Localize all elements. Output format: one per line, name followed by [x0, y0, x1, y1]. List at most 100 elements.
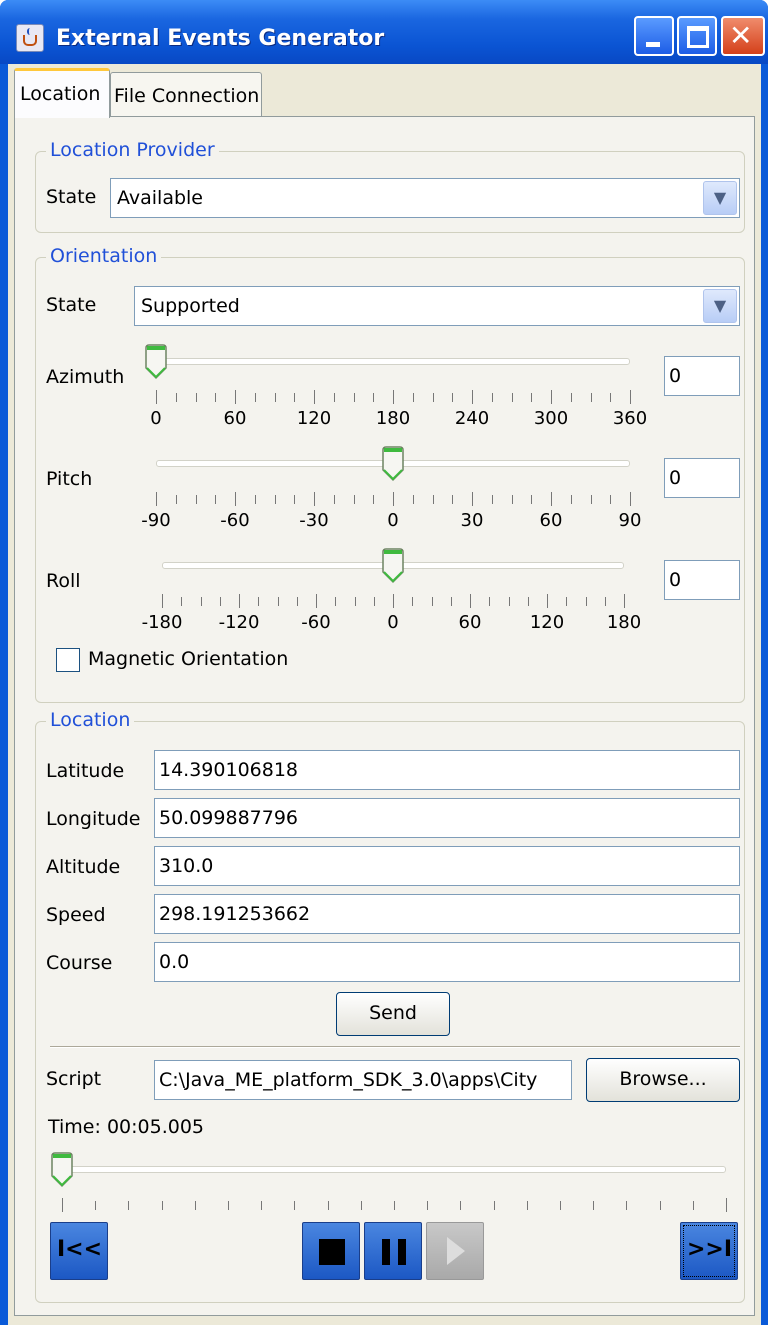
azimuth-slider-tick	[274, 393, 276, 402]
separator	[50, 1046, 740, 1048]
group-title-location: Location	[46, 709, 135, 731]
azimuth-slider-thumb[interactable]	[145, 344, 167, 380]
pitch-slider-tick	[452, 495, 454, 504]
roll-slider-tick	[585, 597, 587, 606]
azimuth-slider-tick	[590, 393, 592, 402]
azimuth-slider-tick	[551, 390, 552, 404]
time-slider-track[interactable]	[62, 1166, 726, 1173]
roll-slider-thumb[interactable]	[382, 548, 404, 584]
fast-forward-button[interactable]: >>I	[680, 1222, 738, 1280]
roll-slider-tick	[296, 597, 298, 606]
pitch-slider[interactable]: -90 -60 -30 0 30 60 90	[141, 446, 641, 531]
time-slider-tick	[460, 1201, 462, 1210]
azimuth-slider-track[interactable]	[156, 358, 630, 365]
tab-location[interactable]: Location	[14, 68, 110, 118]
pitch-slider-tick	[175, 495, 177, 504]
pitch-slider-tick	[294, 495, 296, 504]
close-icon: ✕	[729, 19, 753, 52]
pitch-slider-tick-label: -90	[141, 510, 171, 531]
longitude-field[interactable]	[154, 798, 740, 838]
play-button[interactable]	[426, 1222, 484, 1280]
provider-state-dropdown[interactable]: Available ▼	[110, 178, 740, 218]
magnetic-orientation-checkbox[interactable]	[56, 648, 80, 672]
chevron-down-icon[interactable]: ▼	[703, 289, 737, 323]
latitude-label: Latitude	[46, 760, 125, 782]
roll-slider-tick	[489, 597, 491, 606]
send-button[interactable]: Send	[336, 992, 450, 1036]
orientation-state-value: Supported	[141, 295, 240, 317]
course-field[interactable]	[154, 942, 740, 982]
stop-icon	[319, 1239, 345, 1265]
time-label: Time: 00:05.005	[48, 1116, 204, 1138]
roll-slider-tick	[239, 594, 240, 608]
roll-slider[interactable]: -180 -120 -60 0 60 120 180	[142, 548, 641, 633]
time-slider-tick	[394, 1201, 395, 1210]
longitude-input[interactable]	[155, 799, 739, 837]
orientation-state-dropdown[interactable]: Supported ▼	[134, 286, 740, 326]
azimuth-slider-tick-label: 360	[612, 408, 648, 429]
java-cup-icon[interactable]	[16, 24, 44, 52]
azimuth-slider[interactable]: 0 60 120 180 240 300 360	[145, 344, 647, 429]
script-path-input[interactable]	[155, 1061, 571, 1099]
speed-input[interactable]	[155, 895, 739, 933]
azimuth-slider-tick	[630, 390, 631, 404]
latitude-field[interactable]	[154, 750, 740, 790]
altitude-label: Altitude	[46, 856, 121, 878]
time-slider-tick	[128, 1201, 130, 1210]
browse-button[interactable]: Browse...	[586, 1058, 740, 1102]
pause-icon-bar	[398, 1239, 406, 1265]
time-slider-tick	[593, 1201, 595, 1210]
chevron-down-icon[interactable]: ▼	[703, 181, 737, 215]
pause-button[interactable]	[364, 1222, 422, 1280]
time-slider[interactable]	[51, 1152, 727, 1212]
azimuth-field[interactable]	[664, 356, 740, 396]
pitch-field[interactable]	[664, 458, 740, 498]
title-bar[interactable]: External Events Generator ✕	[0, 0, 768, 64]
altitude-input[interactable]	[155, 847, 739, 885]
roll-slider-tick	[277, 597, 279, 606]
azimuth-slider-tick-label: 0	[150, 408, 162, 429]
stop-button[interactable]	[302, 1222, 360, 1280]
close-button[interactable]: ✕	[721, 16, 765, 56]
longitude-label: Longitude	[46, 808, 141, 830]
time-slider-tick	[360, 1201, 362, 1210]
roll-slider-tick-label: 60	[458, 612, 482, 633]
altitude-field[interactable]	[154, 846, 740, 886]
time-slider-thumb[interactable]	[51, 1152, 73, 1188]
pitch-slider-tick-label: 90	[618, 510, 642, 531]
rewind-button[interactable]: I<<	[50, 1222, 108, 1280]
azimuth-slider-tick	[235, 390, 236, 404]
provider-state-label: State	[46, 186, 97, 208]
rewind-label: I<<	[57, 1237, 103, 1262]
play-icon	[447, 1237, 465, 1265]
roll-field[interactable]	[664, 560, 740, 600]
pitch-slider-tick-label: 30	[460, 510, 484, 531]
speed-field[interactable]	[154, 894, 740, 934]
roll-label: Roll	[46, 570, 81, 592]
azimuth-slider-ticks: 0 60 120 180 240 300 360	[150, 390, 647, 429]
azimuth-slider-tick	[393, 390, 394, 404]
latitude-input[interactable]	[155, 751, 739, 789]
roll-input[interactable]	[665, 561, 739, 599]
time-slider-tick	[427, 1201, 429, 1210]
minimize-button[interactable]	[634, 16, 674, 56]
maximize-button[interactable]	[677, 16, 717, 56]
pitch-input[interactable]	[665, 459, 739, 497]
pitch-slider-tick-label: -60	[220, 510, 250, 531]
speed-label: Speed	[46, 904, 106, 926]
time-slider-tick	[261, 1201, 263, 1210]
azimuth-slider-tick-label: 240	[454, 408, 490, 429]
pitch-slider-tick	[195, 495, 197, 504]
azimuth-input[interactable]	[665, 357, 739, 395]
pitch-slider-tick	[393, 492, 394, 506]
azimuth-slider-tick	[610, 393, 612, 402]
tab-file-connection[interactable]: File Connection	[110, 72, 262, 116]
script-path-field[interactable]	[154, 1060, 572, 1100]
roll-slider-tick	[258, 597, 260, 606]
azimuth-label: Azimuth	[46, 366, 125, 388]
roll-slider-tick	[162, 594, 163, 608]
course-input[interactable]	[155, 943, 739, 981]
azimuth-slider-tick	[570, 393, 572, 402]
pitch-slider-thumb[interactable]	[382, 446, 404, 482]
pitch-slider-tick	[551, 492, 552, 506]
